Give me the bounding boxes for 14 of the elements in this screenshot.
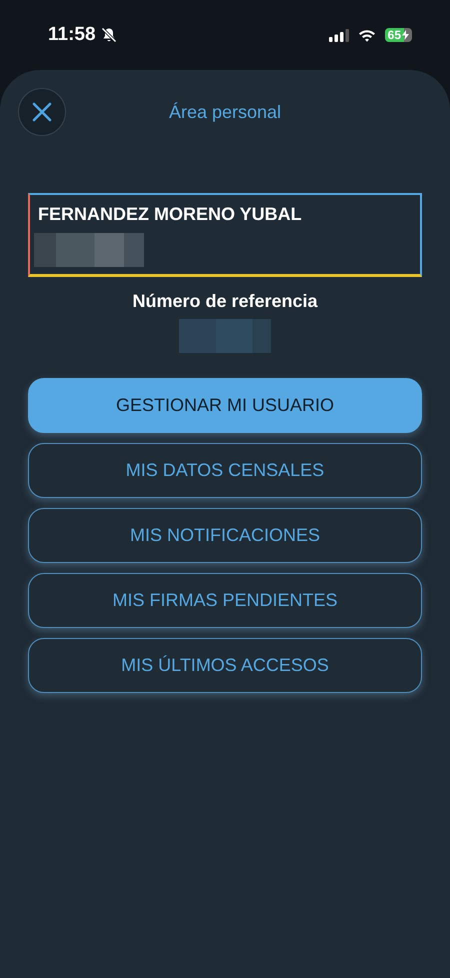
user-name: FERNANDEZ MORENO YUBAL bbox=[38, 204, 303, 225]
menu-button[interactable]: MIS ÚLTIMOS ACCESOS bbox=[28, 638, 422, 693]
menu-button[interactable]: MIS FIRMAS PENDIENTES bbox=[28, 573, 422, 628]
reference-label: Número de referencia bbox=[131, 291, 319, 312]
menu-button[interactable]: MIS NOTIFICACIONES bbox=[28, 508, 422, 563]
menu-button[interactable]: GESTIONAR MI USUARIO bbox=[28, 378, 422, 433]
close-button[interactable] bbox=[18, 88, 66, 136]
menu-button[interactable]: MIS DATOS CENSALES bbox=[28, 443, 422, 498]
battery-indicator: 65 bbox=[384, 28, 412, 42]
close-icon bbox=[32, 102, 52, 122]
wifi-icon bbox=[358, 28, 376, 42]
screen-title: Área personal bbox=[168, 102, 282, 122]
signal-icon bbox=[328, 28, 349, 42]
clock: 11:58 bbox=[48, 24, 96, 46]
